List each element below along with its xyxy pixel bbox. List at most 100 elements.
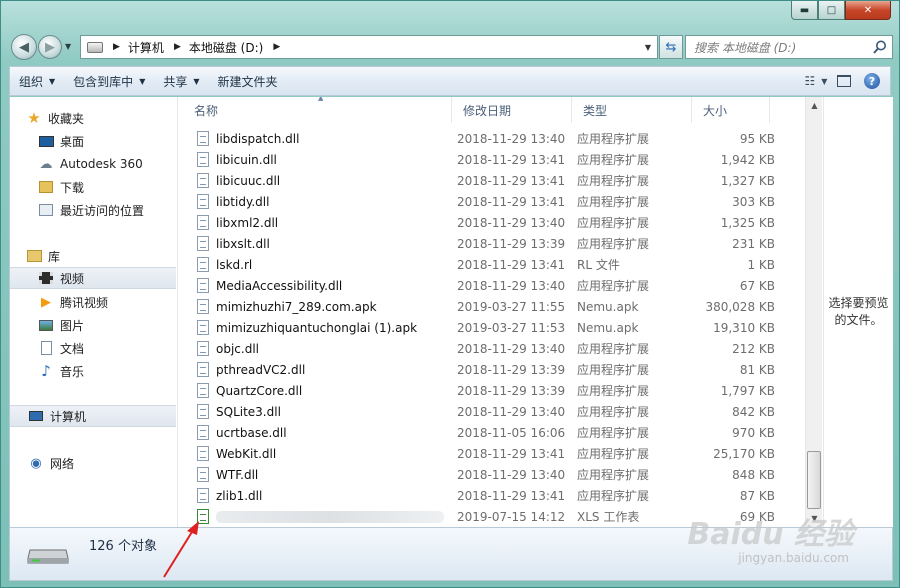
- file-size: 1 KB: [747, 257, 775, 272]
- sidebar-item-tencent-video[interactable]: ▶ 腾讯视频: [38, 291, 108, 313]
- refresh-button[interactable]: ⇆: [659, 35, 683, 59]
- sidebar-item-computer[interactable]: 计算机: [10, 405, 176, 427]
- file-name: WTF.dll: [216, 467, 259, 482]
- view-options-button[interactable]: ☷ ▼: [804, 70, 828, 92]
- file-row[interactable]: libicuuc.dll 2018-11-29 13:41 应用程序扩展 1,327 …: [183, 170, 823, 191]
- column-header-size[interactable]: 大小: [692, 97, 770, 123]
- file-row[interactable]: SQLite3.dll 2018-11-29 13:40 应用程序扩展 842 KB: [183, 401, 823, 422]
- share-menu[interactable]: 共享 ▼: [154, 69, 208, 93]
- watermark-logo: Baidu 经验: [687, 517, 854, 552]
- command-bar: 组织 ▼ 包含到库中 ▼ 共享 ▼ 新建文件夹 ☷ ▼ ?: [9, 66, 891, 96]
- file-size: 1,797 KB: [720, 383, 775, 398]
- breadcrumb-separator-icon[interactable]: ▶: [273, 42, 280, 52]
- column-header-name[interactable]: ▲ 名称: [183, 97, 452, 123]
- view-controls: ☷ ▼ ?: [804, 70, 884, 92]
- network-icon: ◉: [30, 455, 42, 471]
- sidebar-item-label: 桌面: [60, 134, 85, 149]
- file-date: 2019-03-27 11:53: [457, 320, 566, 335]
- recent-pages-dropdown[interactable]: ▼: [65, 42, 71, 51]
- sidebar-item-downloads[interactable]: 下载: [38, 176, 84, 198]
- file-name-cell: WebKit.dll: [183, 446, 451, 461]
- column-header-date[interactable]: 修改日期: [452, 97, 572, 123]
- include-in-library-menu[interactable]: 包含到库中 ▼: [64, 69, 154, 93]
- file-row[interactable]: QuartzCore.dll 2018-11-29 13:39 应用程序扩展 1,79…: [183, 380, 823, 401]
- sidebar-item-music[interactable]: ♪ 音乐: [38, 360, 84, 382]
- sidebar-item-network[interactable]: ◉ 网络: [28, 452, 74, 474]
- search-icon[interactable]: [872, 39, 888, 55]
- file-row[interactable]: mimizhuzhi7_289.com.apk 2019-03-27 11:55 N…: [183, 296, 823, 317]
- scroll-up-button[interactable]: ▲: [806, 97, 823, 114]
- recent-places-icon: [38, 202, 54, 218]
- organize-menu[interactable]: 组织 ▼: [10, 69, 64, 93]
- breadcrumb-drive-d[interactable]: 本地磁盘 (D:): [189, 39, 263, 56]
- file-date: 2018-11-29 13:39: [457, 362, 566, 377]
- sidebar-item-recent[interactable]: 最近访问的位置: [38, 199, 144, 221]
- breadcrumb-separator-icon[interactable]: ▶: [113, 42, 120, 52]
- file-row[interactable]: WebKit.dll 2018-11-29 13:41 应用程序扩展 25,170 K…: [183, 443, 823, 464]
- file-size: 1,942 KB: [720, 152, 775, 167]
- file-name-cell: libtidy.dll: [183, 194, 451, 209]
- new-folder-button[interactable]: 新建文件夹: [209, 69, 287, 93]
- file-row[interactable]: ucrtbase.dll 2018-11-05 16:06 应用程序扩展 970 KB: [183, 422, 823, 443]
- file-row[interactable]: MediaAccessibility.dll 2018-11-29 13:40 应用…: [183, 275, 823, 296]
- sidebar-item-videos[interactable]: 视频: [10, 267, 176, 289]
- sidebar-item-label: 音乐: [60, 364, 85, 379]
- sidebar-item-desktop[interactable]: 桌面: [38, 130, 84, 152]
- file-row[interactable]: objc.dll 2018-11-29 13:40 应用程序扩展 212 KB: [183, 338, 823, 359]
- sidebar-item-label: 图片: [60, 318, 85, 333]
- chevron-down-icon: ▼: [193, 76, 200, 86]
- file-row[interactable]: libtidy.dll 2018-11-29 13:41 应用程序扩展 303 KB: [183, 191, 823, 212]
- content-area: ★ 收藏夹 桌面 ☁ Autodesk 360 下载 最近访问的位置 库 视频 …: [9, 97, 893, 527]
- sidebar-item-pictures[interactable]: 图片: [38, 314, 84, 336]
- tencent-video-icon: ▶: [41, 294, 51, 310]
- sidebar-item-libraries[interactable]: 库: [26, 245, 60, 267]
- cloud-icon: ☁: [39, 156, 53, 172]
- sidebar-item-documents[interactable]: 文档: [38, 337, 84, 359]
- new-folder-label: 新建文件夹: [217, 74, 278, 89]
- file-row[interactable]: pthreadVC2.dll 2018-11-29 13:39 应用程序扩展 81 K…: [183, 359, 823, 380]
- file-name-cell: pthreadVC2.dll: [183, 362, 451, 377]
- file-size: 25,170 KB: [713, 446, 775, 461]
- scrollbar-thumb[interactable]: [807, 451, 821, 509]
- file-row[interactable]: zlib1.dll 2018-11-29 13:41 应用程序扩展 87 KB: [183, 485, 823, 506]
- breadcrumb-separator-icon[interactable]: ▶: [174, 42, 181, 52]
- minimize-button[interactable]: ▬: [791, 1, 818, 20]
- file-row[interactable]: mimizuzhiquantuchonglai (1).apk 2019-03-2…: [183, 317, 823, 338]
- file-row[interactable]: libxslt.dll 2018-11-29 13:39 应用程序扩展 231 KB: [183, 233, 823, 254]
- file-date: 2018-11-29 13:41: [457, 173, 566, 188]
- vertical-scrollbar[interactable]: ▲ ▼: [805, 97, 822, 527]
- file-type: XLS 工作表: [577, 510, 640, 524]
- column-type-label: 类型: [583, 103, 608, 118]
- sidebar-item-favorites[interactable]: ★ 收藏夹: [26, 107, 84, 129]
- forward-button[interactable]: ▶: [38, 35, 62, 59]
- file-date: 2018-11-29 13:41: [457, 257, 566, 272]
- file-list: ▲ 名称 修改日期 类型 大小 libdispatch.dll 2018-11-2…: [183, 97, 823, 527]
- file-row[interactable]: libdispatch.dll 2018-11-29 13:40 应用程序扩展 95 …: [183, 128, 823, 149]
- preview-placeholder-text: 选择要预览的文件。: [828, 296, 889, 327]
- file-date: 2018-11-29 13:39: [457, 383, 566, 398]
- file-size: 81 KB: [739, 362, 775, 377]
- music-note-icon: ♪: [41, 362, 51, 380]
- maximize-button[interactable]: □: [818, 1, 845, 20]
- address-bar[interactable]: ▶ 计算机 ▶ 本地磁盘 (D:) ▶ ▼: [80, 35, 658, 59]
- sidebar-item-autodesk[interactable]: ☁ Autodesk 360: [38, 153, 143, 175]
- file-row[interactable]: libicuin.dll 2018-11-29 13:41 应用程序扩展 1,942 …: [183, 149, 823, 170]
- file-name: QuartzCore.dll: [216, 383, 303, 398]
- file-row[interactable]: lskd.rl 2018-11-29 13:41 RL 文件 1 KB: [183, 254, 823, 275]
- back-button[interactable]: ◀: [11, 34, 37, 60]
- file-name: mimizhuzhi7_289.com.apk: [216, 299, 377, 314]
- search-input[interactable]: 搜索 本地磁盘 (D:): [685, 35, 893, 59]
- file-row[interactable]: WTF.dll 2018-11-29 13:40 应用程序扩展 848 KB: [183, 464, 823, 485]
- breadcrumb-computer[interactable]: 计算机: [128, 39, 164, 56]
- column-header-type[interactable]: 类型: [572, 97, 692, 123]
- caption-buttons: ▬ □ ✕: [791, 1, 891, 21]
- close-button[interactable]: ✕: [845, 1, 891, 20]
- help-button[interactable]: ?: [860, 70, 884, 92]
- preview-pane-button[interactable]: [832, 70, 856, 92]
- navigation-pane: ★ 收藏夹 桌面 ☁ Autodesk 360 下载 最近访问的位置 库 视频 …: [10, 97, 178, 527]
- annotation-arrow-icon: [163, 521, 199, 578]
- sidebar-item-label: 网络: [50, 456, 75, 471]
- file-name: libicuin.dll: [216, 152, 277, 167]
- file-row[interactable]: libxml2.dll 2018-11-29 13:40 应用程序扩展 1,325 K…: [183, 212, 823, 233]
- address-history-dropdown[interactable]: ▼: [645, 43, 651, 52]
